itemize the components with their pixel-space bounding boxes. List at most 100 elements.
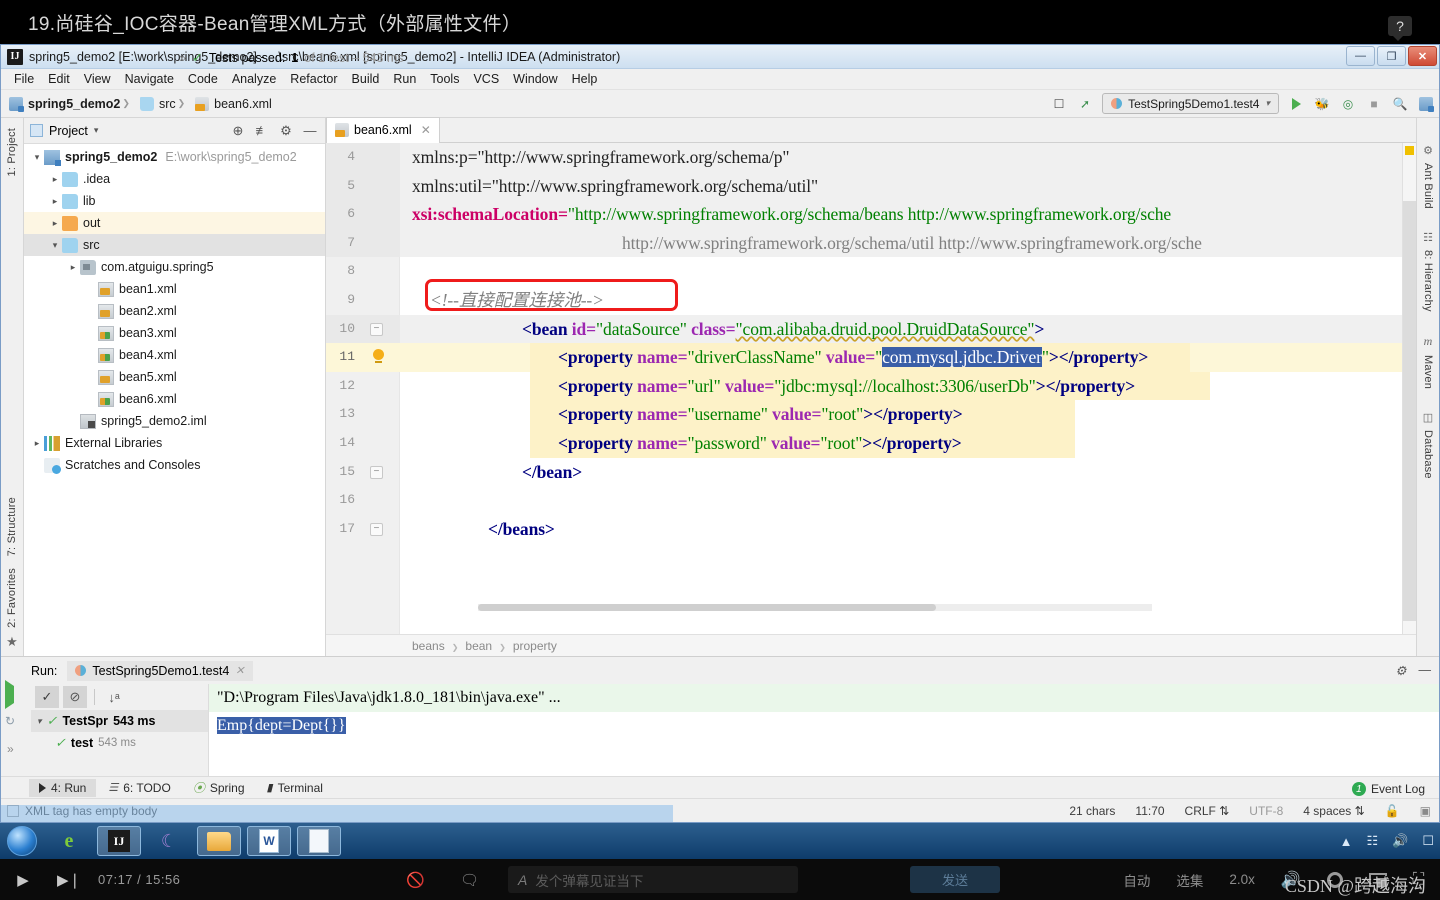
tree-item-external-libraries[interactable]: External Libraries <box>24 432 325 454</box>
show-passed-icon[interactable]: ✓ <box>35 686 59 708</box>
run-tab[interactable]: TestSpring5Demo1.test4 ✕ <box>67 660 253 681</box>
run-coverage-icon[interactable]: ◎ <box>1339 95 1357 113</box>
menu-analyze[interactable]: Analyze <box>225 70 283 88</box>
unlock-icon[interactable]: 🔓 <box>1385 804 1400 818</box>
bottom-tab-todo[interactable]: ☰ 6: TODO <box>98 779 180 797</box>
tray-action-center-icon[interactable]: ☐ <box>1422 833 1434 849</box>
taskbar-intellij-icon[interactable]: IJ <box>97 826 141 856</box>
sidebar-tab-ant-build[interactable]: Ant Build <box>1422 157 1434 215</box>
danmu-off-icon[interactable]: 🚫 <box>406 871 425 889</box>
tree-item-lib[interactable]: lib <box>24 190 325 212</box>
sidebar-tab-project[interactable]: 1: Project <box>6 122 18 182</box>
close-icon[interactable]: ✕ <box>235 664 244 677</box>
editor-marker-gutter[interactable] <box>1402 143 1416 634</box>
chevron-right-icon[interactable] <box>48 218 62 229</box>
close-icon[interactable]: ✕ <box>421 123 431 137</box>
event-log-button[interactable]: 1 Event Log <box>1347 780 1429 798</box>
tree-item-bean1-xml[interactable]: bean1.xml <box>24 278 325 300</box>
hammer-icon[interactable]: ➚ <box>1076 95 1094 113</box>
chevron-right-icon[interactable] <box>48 174 62 185</box>
status-caret-position[interactable]: 11:70 <box>1135 804 1164 818</box>
tree-item-src[interactable]: src <box>24 234 325 256</box>
tree-item-bean6-xml[interactable]: bean6.xml <box>24 388 325 410</box>
sidebar-tab-database[interactable]: Database <box>1422 424 1434 485</box>
gear-icon[interactable]: ⚙ <box>1395 663 1406 678</box>
chevron-right-icon[interactable] <box>48 196 62 207</box>
tray-network-icon[interactable]: ☷ <box>1367 833 1379 849</box>
chevron-down-icon[interactable] <box>48 240 62 251</box>
navbar-crumb-src[interactable]: src <box>120 96 176 111</box>
taskbar-explorer-icon[interactable] <box>197 826 241 856</box>
tree-item-spring5-demo2[interactable]: spring5_demo2 E:\work\spring5_demo2 <box>24 146 325 168</box>
menu-file[interactable]: File <box>7 70 41 88</box>
menu-vcs[interactable]: VCS <box>466 70 506 88</box>
episode-list-button[interactable]: 选集 <box>1176 870 1203 890</box>
tree-item-com-atguigu-spring5[interactable]: com.atguigu.spring5 <box>24 256 325 278</box>
status-indent[interactable]: 4 spaces ⇅ <box>1303 804 1364 818</box>
navbar-crumb-module[interactable]: spring5_demo2 <box>9 96 120 112</box>
tray-chevron-icon[interactable]: ▲ <box>1340 834 1353 849</box>
menu-edit[interactable]: Edit <box>41 70 77 88</box>
collapse-all-icon[interactable]: ≢ <box>253 122 271 140</box>
expand-icon[interactable]: » <box>7 742 14 756</box>
tree-item-bean2-xml[interactable]: bean2.xml <box>24 300 325 322</box>
fold-collapse-icon[interactable] <box>370 465 383 479</box>
rerun-icon[interactable] <box>5 680 14 709</box>
sidebar-tab-structure[interactable]: 7: Structure <box>6 491 18 562</box>
debug-icon[interactable]: 🐝 <box>1313 95 1331 113</box>
test-tree-node-class[interactable]: ▾ ✓ TestSpr 543 ms <box>31 710 208 732</box>
danmu-on-icon[interactable]: 🗨 <box>460 871 479 889</box>
menu-help[interactable]: Help <box>565 70 605 88</box>
menu-navigate[interactable]: Navigate <box>118 70 181 88</box>
editor-tab-bean6[interactable]: bean6.xml ✕ <box>326 117 440 143</box>
hide-ignored-icon[interactable]: ⊘ <box>63 686 87 708</box>
tree-item-bean4-xml[interactable]: bean4.xml <box>24 344 325 366</box>
test-tree-node-method[interactable]: ✓ test 543 ms <box>31 732 208 754</box>
project-structure-icon[interactable] <box>1417 95 1435 113</box>
chevron-right-icon[interactable] <box>30 438 44 449</box>
playback-speed-button[interactable]: 2.0x <box>1229 872 1255 887</box>
fold-collapse-icon[interactable] <box>370 522 383 536</box>
auto-quality-button[interactable]: 自动 <box>1123 870 1150 890</box>
make-project-icon[interactable]: ☐ <box>1050 95 1068 113</box>
tray-volume-icon[interactable]: 🔊 <box>1392 833 1408 849</box>
help-bubble-icon[interactable]: ? <box>1388 16 1412 41</box>
tree-item-bean3-xml[interactable]: bean3.xml <box>24 322 325 344</box>
breadcrumb-property[interactable]: property <box>492 639 557 653</box>
rerun-failed-icon[interactable]: ↻ <box>5 714 15 728</box>
bottom-tab-terminal[interactable]: ▮ Terminal <box>257 779 333 797</box>
menu-view[interactable]: View <box>77 70 118 88</box>
gear-icon[interactable]: ⚙ <box>277 122 295 140</box>
tree-item-bean5-xml[interactable]: bean5.xml <box>24 366 325 388</box>
menu-build[interactable]: Build <box>345 70 387 88</box>
menu-run[interactable]: Run <box>386 70 423 88</box>
tree-item--idea[interactable]: .idea <box>24 168 325 190</box>
editor-gutter[interactable]: 4 5 6 7 8 9 10 11 12 13 14 15 16 17 <box>326 143 400 634</box>
horizontal-scrollbar[interactable] <box>478 604 1152 611</box>
locate-file-icon[interactable]: ⊕ <box>229 122 247 140</box>
sidebar-tab-hierarchy[interactable]: 8: Hierarchy <box>1422 244 1434 318</box>
code-editor[interactable]: xmlns:p="http://www.springframework.org/… <box>400 143 1402 634</box>
breadcrumb-beans[interactable]: beans <box>412 639 445 653</box>
sidebar-tab-maven[interactable]: Maven <box>1422 349 1434 395</box>
start-button-icon[interactable] <box>0 824 44 858</box>
bottom-tab-run[interactable]: 4: Run <box>29 778 97 797</box>
taskbar-moon-icon[interactable]: ☾ <box>147 826 191 856</box>
taskbar-notepad-icon[interactable] <box>297 826 341 856</box>
next-episode-button[interactable]: ▶❘ <box>46 871 92 889</box>
status-encoding[interactable]: UTF-8 <box>1249 804 1283 818</box>
inspection-profile-icon[interactable]: ▣ <box>1420 804 1431 818</box>
sort-alphabetically-icon[interactable]: ↓ᵃ <box>102 686 126 708</box>
bottom-tab-spring[interactable]: ⦿ Spring <box>183 777 255 798</box>
stop-icon[interactable]: ■ <box>1365 95 1383 113</box>
menu-tools[interactable]: Tools <box>423 70 466 88</box>
tree-item-spring5-demo2-iml[interactable]: spring5_demo2.iml <box>24 410 325 432</box>
run-icon[interactable] <box>1287 95 1305 113</box>
taskbar-ie-icon[interactable]: e <box>47 826 91 856</box>
play-button[interactable]: ▶ <box>0 871 46 889</box>
chevron-right-icon[interactable] <box>66 262 80 273</box>
breadcrumb-bean[interactable]: bean <box>445 639 492 653</box>
chevron-down-icon[interactable] <box>30 152 44 163</box>
fold-collapse-icon[interactable] <box>370 322 383 336</box>
danmu-input[interactable]: A 发个弹幕见证当下 <box>508 866 798 893</box>
